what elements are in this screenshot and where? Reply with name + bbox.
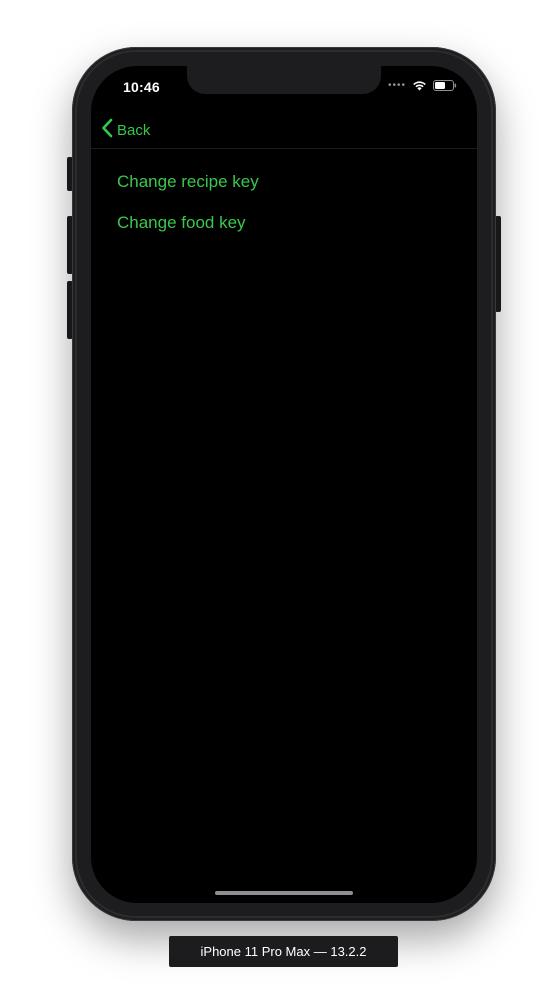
back-button[interactable]: Back — [101, 118, 150, 143]
signal-dots-icon: •••• — [387, 79, 406, 91]
home-indicator[interactable] — [215, 891, 353, 895]
status-time: 10:46 — [123, 79, 160, 95]
battery-icon — [433, 80, 457, 91]
change-recipe-key-link[interactable]: Change recipe key — [117, 172, 259, 213]
change-food-key-link[interactable]: Change food key — [117, 213, 259, 254]
simulator-device-label: iPhone 11 Pro Max — 13.2.2 — [169, 936, 398, 967]
notch — [187, 66, 381, 94]
wifi-icon — [412, 80, 427, 91]
back-label: Back — [117, 122, 151, 139]
settings-menu: Change recipe key Change food key — [117, 172, 259, 254]
chevron-left-icon — [101, 118, 113, 143]
navigation-bar: Back — [91, 110, 477, 149]
status-indicators: •••• — [388, 80, 457, 91]
phone-screen: 10:46 •••• Back Change recipe key Change… — [91, 66, 477, 903]
simulator-stage: 10:46 •••• Back Change recipe key Change… — [0, 0, 552, 995]
